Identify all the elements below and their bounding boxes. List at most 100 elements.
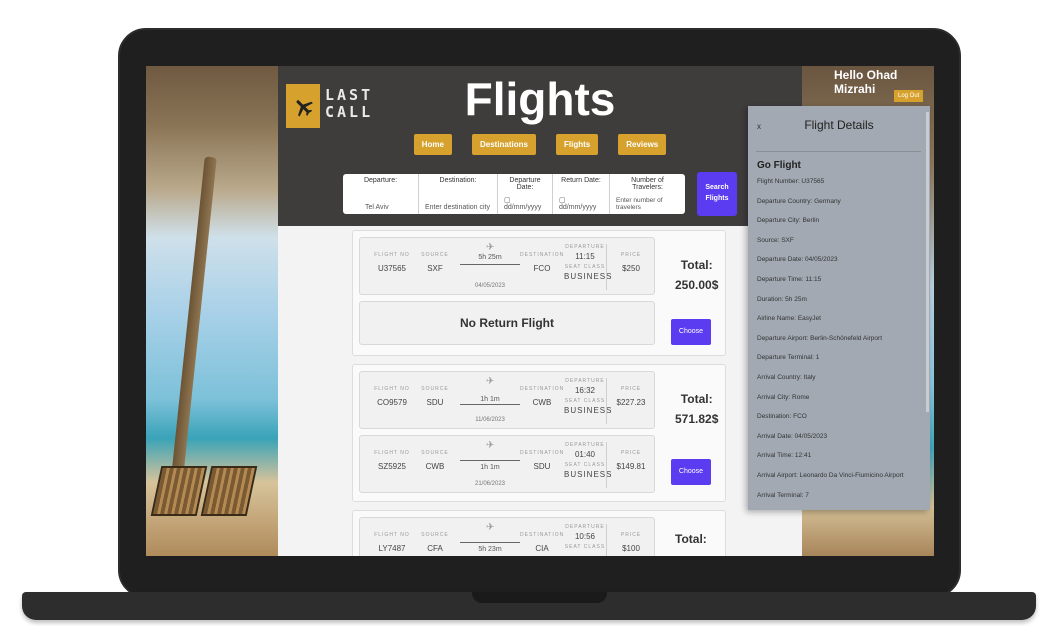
destination-input[interactable]: Enter destination city: [425, 204, 491, 211]
airplane-icon: ✈: [486, 376, 495, 387]
choose-button[interactable]: Choose: [671, 459, 711, 485]
detail-row: Departure Time: 11:15: [757, 275, 822, 283]
travelers-input[interactable]: Enter number of travelers: [616, 197, 679, 211]
outbound-leg[interactable]: FLIGHT NO U37565 SOURCE SXF ✈ 5h 25m 04/05…: [359, 237, 655, 295]
total-label: Total:: [680, 392, 713, 406]
travelers-field[interactable]: Number of Travelers: Enter number of tra…: [610, 174, 685, 214]
source-caption: SOURCE: [421, 252, 449, 258]
laptop-notch: [472, 592, 607, 603]
departure-caption: DEPARTURE: [565, 244, 605, 250]
departure-label: Departure:: [363, 177, 398, 184]
logout-button[interactable]: Log Out: [894, 90, 924, 102]
page-title: Flights: [464, 73, 616, 125]
destination: FCO: [533, 264, 551, 273]
destination-caption: DESTINATION: [520, 386, 565, 392]
return-leg[interactable]: FLIGHT NO SZ5925 SOURCE CWB ✈ 1h 1m 21/06/…: [359, 435, 655, 493]
airplane-icon: ✈: [486, 522, 495, 533]
beach-photo-left: [146, 66, 278, 556]
seat-class-caption: SEAT CLASS: [564, 264, 606, 270]
return-date-field[interactable]: Return Date: ▢ dd/mm/yyyy: [553, 174, 610, 214]
source: SDU: [426, 398, 444, 407]
airplane-icon: ✈: [486, 242, 495, 253]
duration: 5h 23m: [478, 546, 502, 553]
departure-time: 11:15: [575, 252, 595, 261]
detail-row: Departure City: Berlin: [757, 217, 820, 225]
flight-no: U37565: [377, 264, 407, 273]
details-title: Flight Details: [804, 118, 874, 132]
source-caption: SOURCE: [421, 450, 449, 456]
destination: SDU: [533, 462, 551, 471]
flight-no-caption: FLIGHT NO: [374, 532, 410, 538]
departure-field[interactable]: Departure: Tel Aviv: [343, 174, 419, 214]
calendar-icon[interactable]: ▢: [504, 197, 511, 204]
flight-result[interactable]: FLIGHT NO U37565 SOURCE SXF ✈ 5h 25m 04/05…: [352, 230, 726, 356]
flight-no: CO9579: [377, 398, 407, 407]
divider: [756, 151, 921, 152]
source: SXF: [427, 264, 443, 273]
flight-details-panel: x Flight Details Go Flight Flight Number…: [748, 106, 930, 510]
divider: [606, 378, 607, 424]
source-caption: SOURCE: [421, 386, 449, 392]
return-date-label: Return Date:: [561, 177, 601, 184]
detail-row: Arrival Country: Italy: [757, 373, 816, 381]
total-value: 571.82$: [675, 412, 719, 426]
price: $227.23: [616, 398, 646, 407]
total-label: Total:: [680, 258, 713, 272]
detail-row: Arrival City: Rome: [757, 393, 810, 401]
detail-row: Departure Airport: Berlin-Schönefeld Air…: [757, 334, 883, 342]
departure-date-input[interactable]: dd/mm/yyyy: [504, 204, 541, 211]
seat-class-caption: SEAT CLASS: [564, 398, 606, 404]
detail-row: Airline Name: EasyJet: [757, 315, 821, 323]
departure-input[interactable]: Tel Aviv: [349, 204, 412, 211]
detail-row: Destination: FCO: [757, 413, 807, 421]
seat-class-caption: SEAT CLASS: [564, 544, 606, 550]
flight-date: 04/05/2023: [474, 283, 506, 289]
seat-class: BUSINESS: [564, 470, 613, 479]
flight-result[interactable]: FLIGHT NO LY7487 SOURCE CFA ✈ 5h 23m DESTI…: [352, 510, 726, 556]
price: $149.81: [616, 462, 646, 471]
results-list: FLIGHT NO U37565 SOURCE SXF ✈ 5h 25m 04/05…: [352, 230, 726, 556]
choose-button[interactable]: Choose: [671, 319, 711, 345]
departure-time: 10:56: [574, 532, 596, 541]
detail-row: Departure Date: 04/05/2023: [757, 256, 838, 264]
scrollbar[interactable]: [926, 112, 929, 412]
departure-time: 01:40: [574, 450, 596, 459]
duration: 1h 1m: [480, 396, 500, 403]
search-flights-button[interactable]: Search Flights: [697, 172, 737, 216]
route-line: [460, 460, 520, 461]
destination-field[interactable]: Destination: Enter destination city: [419, 174, 498, 214]
calendar-icon[interactable]: ▢: [559, 197, 566, 204]
nav-reviews[interactable]: Reviews: [618, 134, 667, 155]
flight-date: 21/06/2023: [474, 481, 506, 487]
detail-row: Source: SXF: [757, 236, 794, 244]
airplane-icon: ✈: [486, 440, 495, 451]
departure-date-field[interactable]: Departure Date: ▢ dd/mm/yyyy: [498, 174, 553, 214]
divider: [606, 244, 607, 290]
nav-home[interactable]: Home: [413, 134, 452, 155]
beach-chair: [150, 466, 208, 516]
flight-result[interactable]: FLIGHT NO CO9579 SOURCE SDU ✈ 1h 1m 11/06/…: [352, 364, 726, 502]
departure-caption: DEPARTURE: [565, 442, 605, 448]
departure-caption: DEPARTURE: [565, 524, 605, 530]
total: Total: 250.00$: [675, 255, 718, 295]
flight-no-caption: FLIGHT NO: [374, 386, 410, 392]
search-button-line1: Search: [705, 184, 729, 191]
no-return-flight: No Return Flight: [359, 301, 655, 345]
flight-no: SZ5925: [377, 462, 407, 471]
detail-row: Arrival Terminal: 7: [757, 491, 809, 499]
source-caption: SOURCE: [421, 532, 449, 538]
total-value: 250.00$: [675, 278, 719, 292]
detail-row: Arrival Airport: Leonardo Da Vinci-Fiumi…: [757, 471, 904, 479]
nav-flights[interactable]: Flights: [556, 134, 599, 155]
divider: [606, 524, 607, 556]
return-date-input[interactable]: dd/mm/yyyy: [559, 204, 596, 211]
search-button-line2: Flights: [705, 195, 729, 202]
outbound-leg[interactable]: FLIGHT NO LY7487 SOURCE CFA ✈ 5h 23m DESTI…: [359, 517, 655, 556]
flight-no-caption: FLIGHT NO: [374, 252, 410, 258]
outbound-leg[interactable]: FLIGHT NO CO9579 SOURCE SDU ✈ 1h 1m 11/06/…: [359, 371, 655, 429]
detail-row: Departure Country: Germany: [757, 197, 841, 205]
search-bar: Departure: Tel Aviv Destination: Enter d…: [343, 174, 685, 214]
airline-name: Go Flight: [757, 160, 801, 171]
destination-label: Destination:: [439, 177, 477, 184]
nav-destinations[interactable]: Destinations: [471, 134, 536, 155]
